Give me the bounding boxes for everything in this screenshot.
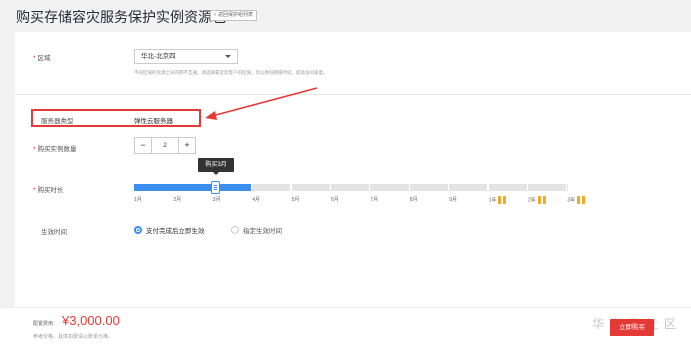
radio-specified[interactable]: 指定生效时间: [231, 225, 282, 235]
slider-segment[interactable]: [409, 184, 448, 191]
slider-segment[interactable]: [331, 184, 370, 191]
radio-selected-icon: [134, 226, 142, 234]
duration-tick-label: 1年: [489, 196, 507, 204]
quantity-label: * 购买实例数量: [33, 146, 77, 153]
radio-unselected-icon: [231, 226, 239, 234]
duration-tick-label: 1月: [134, 197, 142, 203]
duration-tick-label: 7月: [370, 197, 379, 203]
duration-tick-label: 2月: [173, 197, 182, 203]
duration-slider[interactable]: [134, 184, 568, 191]
slider-segment[interactable]: [173, 184, 213, 191]
slider-segment[interactable]: [528, 184, 567, 191]
fee-label: 配置费用: [33, 321, 54, 327]
duration-tick-label: 4月: [252, 197, 260, 203]
slider-segment[interactable]: [252, 184, 291, 191]
required-mark: *: [33, 187, 36, 194]
fee-value: ¥3,000.00: [62, 313, 120, 328]
effective-time-label: 生效时间: [41, 229, 67, 236]
required-mark: *: [33, 146, 36, 153]
slider-segment[interactable]: [291, 184, 330, 191]
quantity-stepper: − 2 +: [134, 137, 196, 154]
buy-now-button[interactable]: 立即购买: [610, 319, 654, 336]
duration-tick-label: 3月: [212, 197, 221, 203]
slider-segment[interactable]: [370, 184, 409, 191]
decrement-button[interactable]: −: [135, 138, 151, 153]
slider-handle[interactable]: [211, 181, 220, 194]
duration-tooltip: 购买3月: [198, 158, 234, 175]
duration-tick-label: 8月: [409, 197, 418, 203]
fee-note: 参考价格，具体扣费请以账单为准。: [33, 334, 114, 340]
radio-specified-label: 指定生效时间: [243, 228, 282, 235]
increment-button[interactable]: +: [179, 138, 195, 153]
slider-segment[interactable]: [567, 184, 568, 191]
slider-segment[interactable]: [488, 184, 527, 191]
quantity-input[interactable]: 2: [151, 138, 179, 153]
duration-tick-label: 2年: [528, 196, 546, 204]
duration-tick-label: 3年: [567, 196, 586, 204]
gift-icon: [577, 196, 586, 204]
duration-tick-label: 6月: [331, 197, 339, 203]
radio-immediate-label: 支付完成后立即生效: [146, 228, 205, 235]
gift-icon: [498, 196, 507, 204]
slider-segment[interactable]: [134, 184, 174, 191]
annotation-arrow-icon: [205, 87, 318, 120]
gift-icon: [537, 196, 546, 204]
duration-tick-label: 5月: [291, 197, 300, 203]
duration-label: * 购买时长: [33, 187, 64, 194]
duration-tick-label: 9月: [449, 197, 457, 203]
radio-immediate[interactable]: 支付完成后立即生效: [134, 225, 205, 235]
slider-segment[interactable]: [449, 184, 488, 191]
